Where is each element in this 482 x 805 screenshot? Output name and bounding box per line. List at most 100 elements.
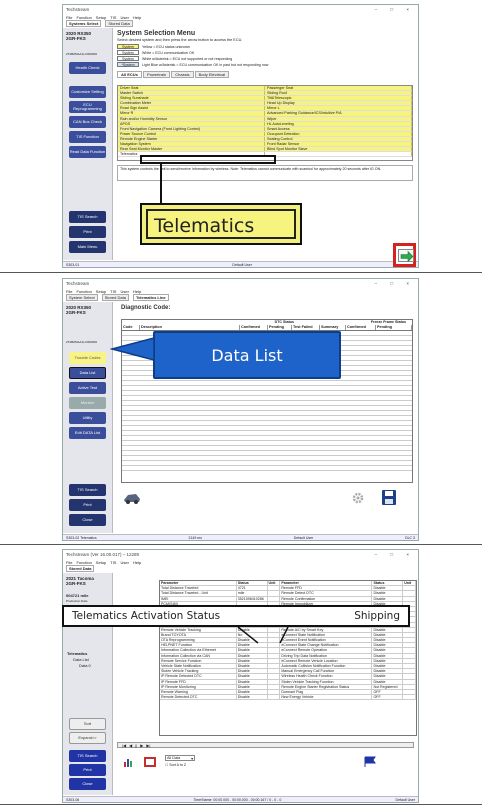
can-bus-check-button[interactable]: CAN Bus Check — [69, 116, 106, 128]
ecu-reprogramming-button[interactable]: ECU Reprogramming — [69, 101, 106, 113]
column-header: Parameter — [160, 581, 237, 586]
system-cell-right[interactable]: Head Up Display — [265, 101, 412, 106]
record-icon[interactable] — [143, 756, 157, 768]
tab-stored-data[interactable]: Stored Data — [66, 564, 95, 572]
table-row[interactable]: Remote Detected DTC Disable New Energy Veh… — [160, 695, 416, 701]
system-cell-right[interactable]: Mirror L — [265, 106, 412, 111]
menu-user[interactable]: User — [120, 560, 128, 565]
system-cell-left[interactable]: Rain and/or Humidity Sensor — [118, 116, 265, 121]
main-menu-button[interactable]: Main Menu — [69, 241, 106, 253]
tab-system-select[interactable]: Systems Select — [66, 19, 102, 27]
data-filter-dropdown[interactable]: All Data ▾ — [165, 755, 195, 761]
tree-item[interactable]: Data 0 — [67, 663, 91, 669]
system-cell-left[interactable]: Master Switch — [118, 91, 265, 96]
tab-telematics-line[interactable]: Telematics Line — [132, 293, 169, 301]
col-ff-pending: Pending — [376, 325, 412, 330]
print-button[interactable]: Print — [69, 499, 106, 511]
expand-button[interactable]: Expand>> — [69, 732, 106, 744]
table-cell — [403, 591, 416, 596]
window-controls[interactable]: – □ × — [375, 281, 415, 286]
system-cell-left[interactable]: Remote Engine Starter — [118, 136, 265, 142]
table-cell: Remote Detected DTC — [160, 695, 237, 700]
window-controls[interactable]: – □ × — [375, 552, 415, 557]
data-list-button[interactable]: Data List — [69, 367, 106, 379]
system-cell-right[interactable]: Blind Spot Monitor Slave — [265, 147, 412, 152]
system-cell-left[interactable]: Road Sign Assist — [118, 106, 265, 111]
menu-help[interactable]: Help — [133, 560, 141, 565]
next-button[interactable] — [393, 243, 416, 267]
callout-value: Shipping — [354, 610, 400, 622]
tis-search-button[interactable]: TIS Search — [69, 484, 106, 496]
system-cell-left[interactable]: Navigation System — [118, 142, 265, 147]
system-cell-left[interactable]: Sliding Sunshade — [118, 96, 265, 101]
status-code: S303-01 — [66, 263, 80, 267]
utility-button[interactable]: Utility — [69, 412, 106, 424]
trouble-codes-button[interactable]: Trouble Codes — [69, 352, 106, 364]
system-cell-left[interactable]: Driver Seat — [118, 86, 265, 91]
tab-stored-data[interactable]: Stored Data — [101, 293, 129, 301]
tab-stored-data[interactable]: Stored Data — [105, 19, 133, 27]
graph-icon[interactable] — [123, 756, 135, 768]
tab-chassis[interactable]: Chassis — [171, 71, 194, 78]
save-icon[interactable] — [381, 489, 397, 506]
system-cell-right[interactable]: Passenger Seat — [265, 86, 412, 91]
monitor-button[interactable]: Monitor — [69, 397, 106, 409]
next-icon[interactable]: ▶ — [140, 743, 143, 748]
gear-icon[interactable] — [351, 491, 365, 505]
table-cell: Stolen Vehicle Tracking — [160, 669, 237, 674]
first-frame-icon[interactable]: |◀ — [122, 743, 126, 748]
close-button[interactable]: Close — [69, 514, 106, 526]
edit-data-list-button[interactable]: Edit DATA List — [69, 427, 106, 439]
system-cell-left[interactable]: Front Navigation Camera (Front Lighting … — [118, 126, 265, 131]
active-test-button[interactable]: Active Test — [69, 382, 106, 394]
menu-help[interactable]: Help — [133, 15, 141, 20]
tab-body-electrical[interactable]: Body Electrical — [194, 71, 230, 78]
tis-function-button[interactable]: TIS Function — [69, 131, 106, 143]
flag-icon[interactable] — [363, 756, 379, 768]
system-cell-left[interactable]: Power Source Control — [118, 131, 265, 136]
sort-button[interactable]: Sort — [69, 718, 106, 730]
system-cell-right[interactable]: Occupant Detection — [265, 131, 412, 136]
system-cell-right[interactable]: Smart Access — [265, 126, 412, 131]
system-cell-left[interactable]: Rear Seat Monitor Master — [118, 147, 265, 152]
system-cell-left[interactable]: APGS — [118, 121, 265, 126]
customize-setting-button[interactable]: Customize Setting — [69, 86, 106, 98]
menu-tis[interactable]: TIS — [110, 560, 116, 565]
system-cell-right[interactable]: Tilt&Telescopic — [265, 96, 412, 101]
status-code: S303-02 Telematics — [66, 536, 97, 540]
legend-text: White w/Asterisk = ECU not supported or … — [142, 56, 233, 61]
system-cell-left[interactable]: Combination Meter — [118, 101, 265, 106]
pause-icon[interactable]: || — [135, 743, 137, 748]
table-cell: 3521598410286 — [237, 596, 268, 601]
data-list-callout: Data List — [153, 331, 341, 379]
system-cell-right[interactable]: Seating Control — [265, 136, 412, 142]
print-button[interactable]: Print — [69, 764, 106, 776]
system-cell-right[interactable]: HL AutoLeveling — [265, 121, 412, 126]
system-cell-right[interactable] — [265, 152, 412, 157]
system-cell-left[interactable]: Mirror R — [118, 111, 265, 116]
system-cell-right[interactable]: Front Radar Sensor — [265, 142, 412, 147]
last-frame-icon[interactable]: ▶| — [146, 743, 150, 748]
health-check-button[interactable]: Health Check — [69, 62, 106, 74]
tab-all-ecus[interactable]: All ECUs — [117, 71, 142, 78]
sort-a-z-checkbox[interactable]: ☐ Sort A to Z — [165, 763, 186, 767]
read-data-function-button[interactable]: Read Data Function — [69, 146, 106, 158]
print-button[interactable]: Print — [69, 226, 106, 238]
window-controls[interactable]: – □ × — [375, 7, 415, 12]
window-title: Techstream — [66, 281, 90, 286]
table-cell: 4721 — [237, 586, 268, 591]
system-cell-right[interactable]: Wiper — [265, 116, 412, 121]
tab-powertrain[interactable]: Powertrain — [143, 71, 171, 78]
playback-controls[interactable]: |◀ ◀ || ▶ ▶| — [117, 742, 414, 748]
tis-search-button[interactable]: TIS Search — [69, 750, 106, 762]
table-cell: Vehicle State Notification — [160, 664, 237, 669]
tis-search-button[interactable]: TIS Search — [69, 211, 106, 223]
menu-setup[interactable]: Setup — [96, 560, 106, 565]
tab-system-select[interactable]: System Select — [66, 293, 98, 301]
system-cell-right[interactable]: Advanced Parking Guidance/ICS/Intuitive … — [265, 111, 412, 116]
system-cell-right[interactable]: Sliding Roof — [265, 91, 412, 96]
prev-icon[interactable]: ◀ — [129, 743, 132, 748]
legend-chip: System — [117, 56, 139, 61]
table-cell: Disable — [372, 674, 404, 679]
close-button[interactable]: Close — [69, 778, 106, 790]
